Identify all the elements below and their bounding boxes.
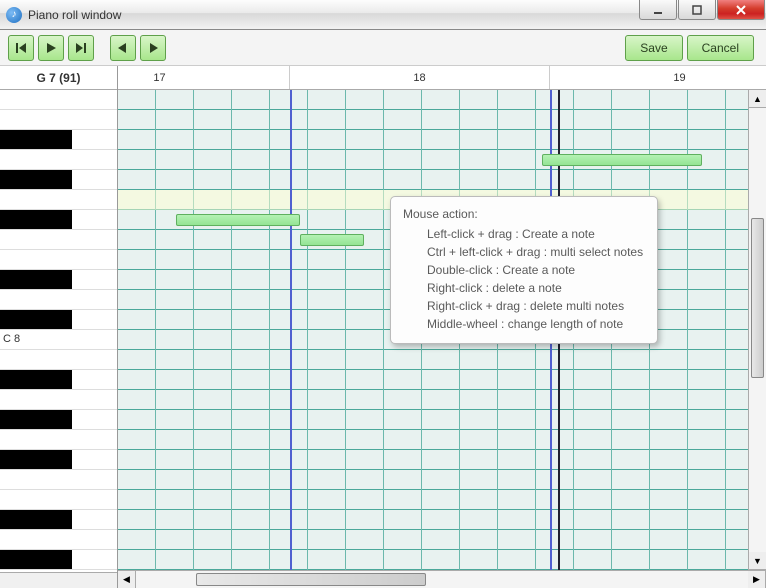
midi-note[interactable] [542,154,702,166]
piano-key[interactable] [0,410,117,430]
piano-key[interactable] [0,430,117,450]
toolbar: Save Cancel [0,30,766,66]
piano-key[interactable] [0,470,117,490]
maximize-button[interactable] [678,0,716,20]
piano-key[interactable] [0,450,117,470]
hscroll-thumb[interactable] [196,573,426,586]
scroll-right-button[interactable]: ▶ [748,571,766,588]
minimize-button[interactable] [639,0,677,20]
piano-key[interactable] [0,170,117,190]
tooltip-title: Mouse action: [403,205,643,223]
piano-key[interactable] [0,370,117,390]
piano-key[interactable] [0,510,117,530]
piano-key[interactable] [0,490,117,510]
piano-keyboard[interactable]: C 8C 7C 6C 5 [0,90,117,572]
piano-key[interactable] [0,290,117,310]
piano-key[interactable] [0,390,117,410]
play-button[interactable] [38,35,64,61]
tooltip-line: Middle-wheel : change length of note [403,315,643,333]
redo-button[interactable] [140,35,166,61]
piano-key[interactable] [0,190,117,210]
left-column: G 7 (91) C 8C 7C 6C 5 [0,66,118,588]
undo-button[interactable] [110,35,136,61]
tooltip-line: Right-click : delete a note [403,279,643,297]
vscroll-thumb[interactable] [751,218,764,378]
bar-ruler[interactable]: 171819 [118,66,766,90]
octave-label: C 8 [3,333,20,345]
last-bar-button[interactable] [68,35,94,61]
tooltip-line: Double-click : Create a note [403,261,643,279]
horizontal-scrollbar[interactable]: ◀ ▶ [118,570,766,588]
piano-key[interactable] [0,270,117,290]
vscroll-track[interactable] [749,108,766,552]
piano-key[interactable] [0,230,117,250]
midi-note[interactable] [176,214,300,226]
piano-key[interactable] [0,250,117,270]
close-button[interactable] [717,0,765,20]
scroll-left-button[interactable]: ◀ [118,571,136,588]
first-bar-button[interactable] [8,35,34,61]
piano-key[interactable] [0,350,117,370]
save-button[interactable]: Save [625,35,682,61]
piano-key[interactable]: C 7 [0,570,117,572]
piano-key[interactable] [0,130,117,150]
piano-key[interactable]: C 8 [0,330,117,350]
scroll-up-button[interactable]: ▲ [749,90,766,108]
ruler-bar: 18 [290,66,550,89]
title-bar: ♪ Piano roll window [0,0,766,30]
piano-key[interactable] [0,110,117,130]
cancel-button[interactable]: Cancel [687,35,754,61]
piano-key[interactable] [0,550,117,570]
vertical-scrollbar[interactable]: ▲ ▼ [748,90,766,570]
hscroll-track[interactable] [136,571,748,588]
barline [290,90,292,570]
midi-note[interactable] [300,234,364,246]
window-title: Piano roll window [28,8,121,22]
tooltip-line: Right-click + drag : delete multi notes [403,297,643,315]
app-icon: ♪ [6,7,22,23]
piano-key[interactable] [0,210,117,230]
piano-key[interactable] [0,150,117,170]
ruler-bar: 19 [550,66,766,89]
ruler-bar: 17 [30,66,290,89]
piano-key[interactable] [0,530,117,550]
mouse-action-tooltip: Mouse action: Left-click + drag : Create… [390,196,658,344]
piano-bottom-spacer [0,572,117,588]
tooltip-line: Left-click + drag : Create a note [403,225,643,243]
scroll-down-button[interactable]: ▼ [749,552,766,570]
window-buttons [639,0,766,22]
tooltip-line: Ctrl + left-click + drag : multi select … [403,243,643,261]
piano-key[interactable] [0,310,117,330]
